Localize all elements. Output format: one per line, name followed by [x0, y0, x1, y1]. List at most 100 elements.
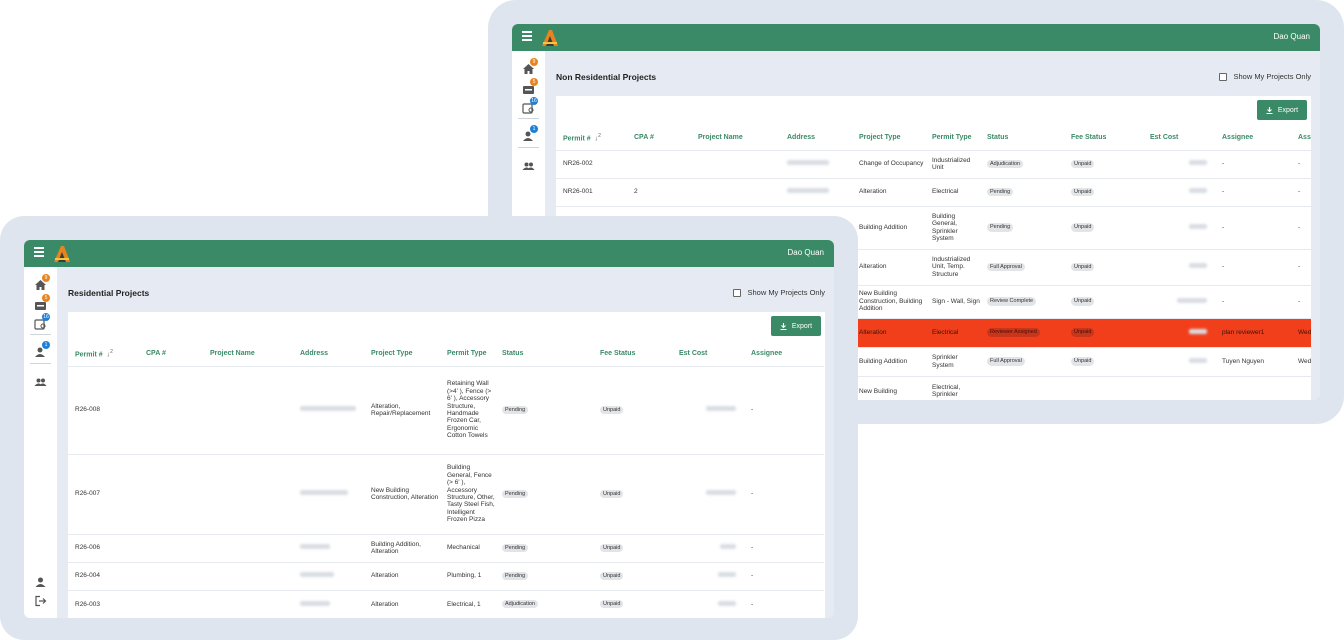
column-header-project-type[interactable]: Project Type	[364, 342, 440, 366]
permit-type-cell-text: Sign - Wall, Sign	[932, 297, 980, 305]
project-type-cell: New Building Construction, Alteration	[364, 453, 440, 534]
column-header-address[interactable]: Address	[293, 342, 364, 366]
projects-table: Permit # ↓2 CPA # Project Name Address Pr…	[68, 342, 824, 618]
assignee-cell: -	[1215, 205, 1291, 249]
extra-cell: -	[1291, 177, 1311, 206]
extra-cell: -	[1291, 205, 1311, 249]
project-type-cell-text: New Building Construction, Building Addi…	[859, 290, 923, 313]
extra-cell-text: -	[1298, 297, 1301, 305]
table-row[interactable]: R26-004 Alteration Plumbing, 1 Pending Unpai…	[68, 561, 824, 590]
assignee-cell: -	[744, 561, 824, 590]
column-header-extra[interactable]: Ass	[1291, 126, 1311, 150]
column-header-address[interactable]: Address	[780, 126, 852, 150]
table-header-row: Permit # ↓2 CPA # Project Name Address Pr…	[556, 126, 1311, 150]
column-header-cpa[interactable]: CPA #	[627, 126, 691, 150]
project-name-cell	[203, 365, 293, 454]
sort-desc-icon[interactable]: ↓2	[107, 349, 113, 358]
person-badge: 1	[530, 125, 538, 133]
address-cell	[780, 177, 852, 206]
user-name[interactable]: Dao Quan	[788, 248, 824, 257]
permit-type-cell-text: Electrical	[932, 328, 959, 336]
logout-icon[interactable]	[34, 594, 47, 607]
cpa-cell-text: 2	[634, 188, 638, 196]
project-type-cell-text: Alteration	[371, 572, 399, 580]
export-label: Export	[791, 322, 813, 330]
inbox-icon[interactable]: 5	[34, 294, 50, 310]
column-header-fee-status[interactable]: Fee Status	[593, 342, 672, 366]
column-header-permit[interactable]: Permit # ↓2	[68, 342, 139, 366]
group-icon[interactable]	[34, 375, 47, 387]
export-button[interactable]: Export	[1257, 100, 1307, 120]
calendar-search-icon[interactable]: 16	[34, 313, 50, 330]
inbox-icon[interactable]: 5	[522, 78, 538, 94]
fee-status-cell	[1064, 375, 1143, 400]
home-icon[interactable]: 9	[34, 274, 50, 290]
calendar-search-icon[interactable]: 16	[522, 97, 538, 114]
person-icon[interactable]: 1	[34, 341, 50, 357]
menu-icon[interactable]	[34, 247, 44, 260]
permit-cell-text: R26-007	[75, 490, 100, 498]
export-button[interactable]: Export	[771, 316, 821, 336]
est-cost-cell	[1143, 375, 1215, 400]
fee-status-cell-text: Unpaid	[600, 543, 624, 553]
redacted-value	[300, 572, 334, 578]
column-header-fee-status[interactable]: Fee Status	[1064, 126, 1143, 150]
redacted-value	[300, 600, 330, 606]
table-row[interactable]: NR26-002 Change of Occupancy Industrialize…	[556, 149, 1311, 178]
extra-cell: Wed 16:2	[1291, 317, 1311, 347]
column-header-project-type[interactable]: Project Type	[852, 126, 925, 150]
extra-cell: Wed 07:1	[1291, 346, 1311, 376]
table-row[interactable]: R26-003 Alteration Electrical, 1 Adjudicati…	[68, 589, 824, 618]
sort-desc-icon[interactable]: ↓2	[595, 133, 601, 142]
permit-type-cell: Industrialized Unit, Temp. Structure	[925, 248, 980, 285]
fee-status-cell: Unpaid	[1064, 317, 1143, 347]
assignee-cell: -	[1215, 284, 1291, 318]
assignee-cell: -	[744, 365, 824, 454]
show-my-projects-label: Show My Projects Only	[1233, 72, 1311, 81]
show-my-projects-checkbox[interactable]	[1219, 72, 1228, 81]
account-icon[interactable]	[34, 575, 47, 587]
status-cell-text: Full Approval	[987, 262, 1025, 272]
assignee-cell: -	[744, 589, 824, 618]
column-header-permit-type[interactable]: Permit Type	[925, 126, 980, 150]
column-header-permit-type[interactable]: Permit Type	[440, 342, 495, 366]
column-header-est-cost[interactable]: Est Cost	[672, 342, 744, 366]
table-row[interactable]: R26-006 Building Addition, Alteration Mech…	[68, 533, 824, 562]
status-cell: Pending	[495, 533, 593, 562]
table-row[interactable]: R26-008 Alteration, Repair/Replacement Ret…	[68, 365, 824, 454]
show-my-projects-toggle[interactable]: Show My Projects Only	[1219, 72, 1311, 81]
column-header-project-name[interactable]: Project Name	[691, 126, 780, 150]
permit-type-cell: Electrical	[925, 177, 980, 206]
permit-type-cell-text: Retaining Wall (>4' ), Fence (> 6' ), Ac…	[447, 380, 492, 440]
fee-status-cell-text: Unpaid	[1071, 357, 1095, 366]
permit-type-cell-text: Building General, Fence (> 6' ), Accesso…	[447, 464, 495, 524]
show-my-projects-checkbox[interactable]	[733, 288, 742, 297]
user-name[interactable]: Dao Quan	[1274, 32, 1310, 41]
menu-icon[interactable]	[522, 31, 532, 44]
column-header-permit[interactable]: Permit # ↓2	[556, 126, 627, 150]
column-header-status[interactable]: Status	[495, 342, 593, 366]
fee-status-cell: Unpaid	[593, 533, 672, 562]
table-row[interactable]: R26-007 New Building Construction, Altera…	[68, 453, 824, 534]
group-icon[interactable]	[522, 159, 535, 171]
permit-type-cell: Electrical	[925, 317, 980, 347]
assignee-cell: Tuyen Nguyen	[1215, 346, 1291, 376]
column-header-est-cost[interactable]: Est Cost	[1143, 126, 1215, 150]
show-my-projects-toggle[interactable]: Show My Projects Only	[733, 288, 825, 297]
home-icon[interactable]: 9	[522, 58, 538, 74]
fee-status-cell-text: Unpaid	[1071, 187, 1095, 197]
column-header-project-name[interactable]: Project Name	[203, 342, 293, 366]
fee-status-cell: Unpaid	[1064, 248, 1143, 285]
person-icon[interactable]: 1	[522, 125, 538, 141]
fee-status-cell: Unpaid	[1064, 149, 1143, 178]
est-cost-cell	[1143, 177, 1215, 206]
project-name-cell	[691, 149, 780, 178]
column-header-assignee[interactable]: Assignee	[744, 342, 824, 366]
table-row[interactable]: NR26-001 2 Alteration Electrical Pending Unpa…	[556, 177, 1311, 206]
column-header-cpa[interactable]: CPA #	[139, 342, 203, 366]
column-header-assignee[interactable]: Assignee	[1215, 126, 1291, 150]
column-header-status[interactable]: Status	[980, 126, 1064, 150]
address-cell	[293, 365, 364, 454]
redacted-value	[720, 544, 736, 550]
redacted-value	[1189, 328, 1207, 334]
